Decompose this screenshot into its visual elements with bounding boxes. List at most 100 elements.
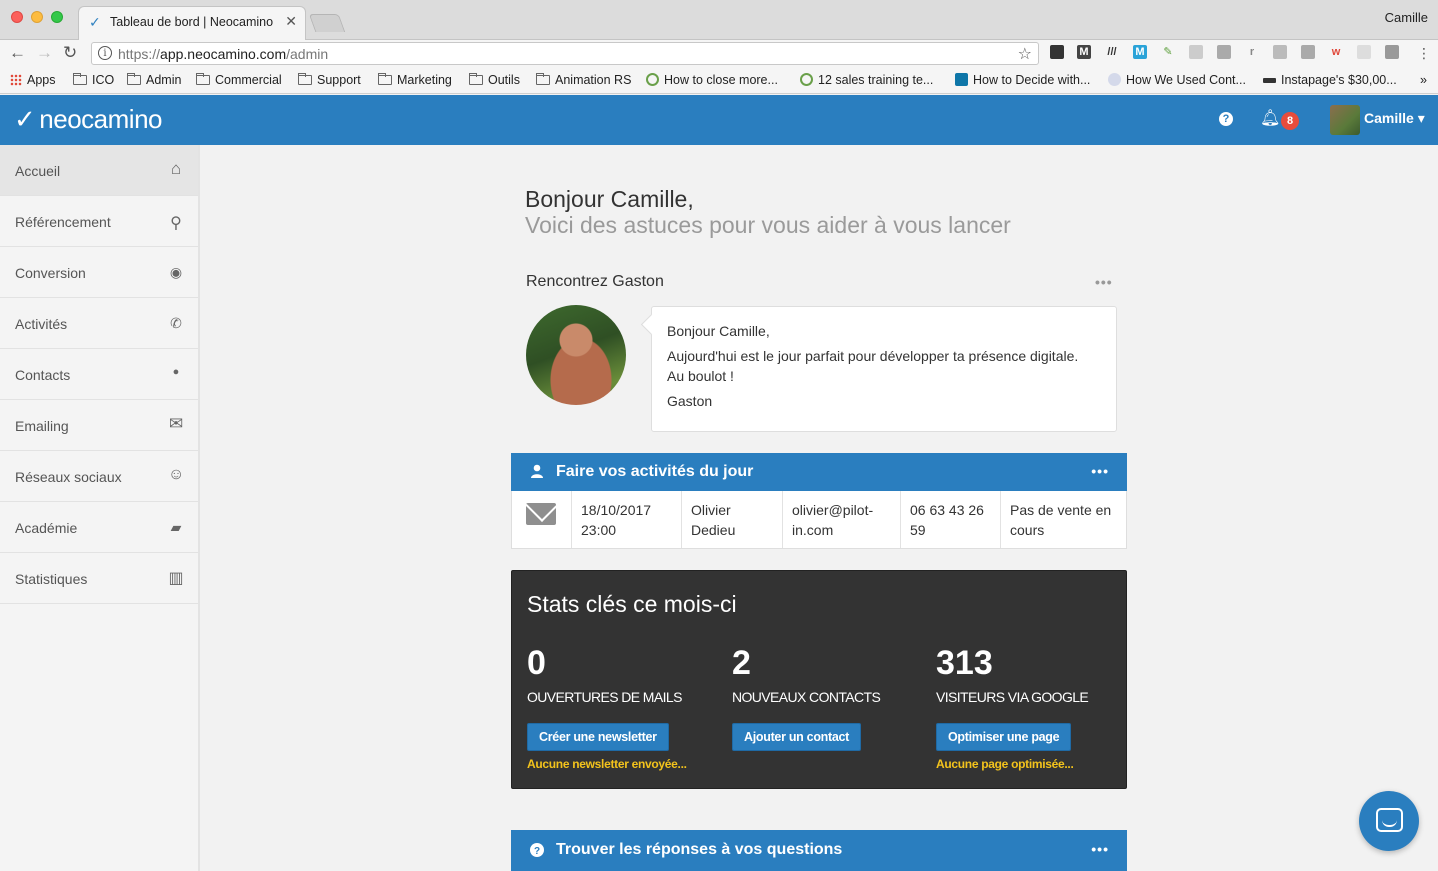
site-info-icon[interactable]: i [98, 46, 112, 60]
stats-title: Stats clés ce mois-ci [527, 591, 737, 617]
extension-gmail-icon[interactable]: M [1077, 45, 1091, 59]
address-url[interactable]: https://app.neocamino.com/admin [118, 46, 328, 62]
sidebar-item-statistiques[interactable]: Statistiques ▥ [0, 553, 198, 604]
activity-sale-status: Pas de vente en cours [1000, 491, 1127, 548]
extension-cloud-icon[interactable] [1189, 45, 1203, 59]
activity-contact-phone[interactable]: 06 63 43 26 59 [900, 491, 1000, 548]
browser-menu-icon[interactable]: ⋮ [1417, 45, 1431, 62]
faq-panel-title: Trouver les réponses à vos questions [556, 841, 843, 858]
gaston-message-line: Au boulot ! [667, 368, 734, 384]
bookmark-how-to-decide[interactable]: How to Decide with... [955, 73, 1090, 87]
site-favicon-icon [1108, 73, 1121, 86]
optimize-page-button[interactable]: Optimiser une page [936, 723, 1072, 751]
neocamino-logo[interactable]: ✓ neocamino [14, 104, 162, 135]
back-arrow-icon[interactable]: ← [9, 43, 26, 63]
extension-pen-icon[interactable]: ✎ [1161, 45, 1175, 59]
close-window-button[interactable] [11, 11, 23, 23]
create-newsletter-button[interactable]: Créer une newsletter [527, 723, 669, 751]
reload-icon[interactable]: ↻ [63, 43, 77, 63]
sidebar-item-conversion[interactable]: Conversion ◉ [0, 247, 198, 298]
bookmark-folder-animation-rs[interactable]: Animation RS [536, 73, 631, 87]
new-tab-button[interactable] [308, 14, 346, 32]
monthly-stats-panel: Stats clés ce mois-ci 0 OUVERTURES DE MA… [511, 570, 1127, 789]
maximize-window-button[interactable] [51, 11, 63, 23]
bookmarks-bar: Apps ICO Admin Commercial Support Market… [0, 68, 1438, 94]
bookmark-sales-training[interactable]: 12 sales training te... [800, 73, 933, 87]
extension-box-icon[interactable] [1301, 45, 1315, 59]
sidebar-item-accueil[interactable]: Accueil ⌂ [0, 145, 198, 196]
bookmarks-overflow-button[interactable]: » [1420, 73, 1427, 87]
bookmark-folder-commercial[interactable]: Commercial [196, 73, 282, 87]
book-icon: ▰ [170, 519, 182, 535]
address-bar[interactable]: i https://app.neocamino.com/admin ☆ [91, 42, 1039, 65]
folder-icon [196, 73, 210, 85]
bookmark-instapage[interactable]: Instapage's $30,00... [1263, 73, 1397, 87]
user-menu[interactable]: Camille ▾ [1364, 110, 1425, 127]
notification-bell-icon[interactable]: 🔔︎ [1260, 108, 1280, 128]
browser-profile-name[interactable]: Camille [1385, 10, 1428, 25]
sidebar-item-reseaux-sociaux[interactable]: Réseaux sociaux ☺ [0, 451, 198, 502]
bookmark-folder-marketing[interactable]: Marketing [378, 73, 452, 87]
user-avatar[interactable] [1330, 105, 1360, 135]
help-icon[interactable]: ? [1219, 112, 1233, 126]
sidebar-item-emailing[interactable]: Emailing ✉ [0, 400, 198, 451]
extension-w-icon[interactable]: w [1329, 45, 1343, 59]
faq-panel-menu-button[interactable]: ••• [1091, 841, 1109, 857]
add-contact-button[interactable]: Ajouter un contact [732, 723, 862, 751]
extension-slash-icon[interactable]: /// [1105, 45, 1119, 59]
bookmark-folder-ico[interactable]: ICO [73, 73, 114, 87]
minimize-window-button[interactable] [31, 11, 43, 23]
bookmark-how-we-used[interactable]: How We Used Cont... [1108, 73, 1246, 87]
extension-square-icon[interactable] [1385, 45, 1399, 59]
activities-panel-menu-button[interactable]: ••• [1091, 463, 1109, 479]
site-favicon-icon [646, 73, 659, 86]
sidebar-item-label: Activités [15, 316, 68, 332]
extension-r-icon[interactable]: r [1245, 45, 1259, 59]
gaston-message-line: Aujourd'hui est le jour parfait pour dév… [667, 348, 1079, 364]
meet-gaston-menu-button[interactable]: ••• [1095, 274, 1113, 290]
home-icon: ⌂ [170, 159, 182, 178]
tab-close-icon[interactable]: ✕ [285, 13, 297, 30]
folder-icon [298, 73, 312, 85]
folder-icon [469, 73, 483, 85]
stat-label-mail-opens: OUVERTURES DE MAILS [527, 689, 682, 705]
sidebar-item-activites[interactable]: Activités ✆ [0, 298, 198, 349]
site-favicon-icon [800, 73, 813, 86]
bookmark-apps[interactable]: Apps [10, 73, 56, 87]
extension-drive-icon[interactable] [1273, 45, 1287, 59]
activity-row[interactable]: 18/10/2017 23:00 Olivier Dedieu olivier@… [511, 491, 1127, 549]
sidebar-item-academie[interactable]: Académie ▰ [0, 502, 198, 553]
question-icon: ? [530, 843, 544, 857]
bookmark-star-icon[interactable]: ☆ [1018, 44, 1032, 64]
browser-tab[interactable]: ✓ Tableau de bord | Neocamino ✕ [78, 6, 306, 40]
sidebar-item-label: Accueil [15, 163, 61, 179]
bookmark-folder-support[interactable]: Support [298, 73, 361, 87]
extension-puzzle-icon[interactable] [1217, 45, 1231, 59]
bookmark-folder-outils[interactable]: Outils [469, 73, 520, 87]
chat-launcher-button[interactable] [1359, 791, 1419, 851]
extension-shield-icon[interactable] [1050, 45, 1064, 59]
chat-bubble-icon [1376, 808, 1403, 832]
stat-label-google-visitors: VISITEURS VIA GOOGLE [936, 689, 1089, 705]
gaston-message-line: Bonjour Camille, [667, 323, 770, 339]
activity-datetime: 18/10/2017 23:00 [571, 491, 681, 548]
extension-m-icon[interactable]: M [1133, 45, 1147, 59]
activity-contact-name[interactable]: Olivier Dedieu [681, 491, 782, 548]
phone-icon: ✆ [170, 315, 182, 331]
notification-badge[interactable]: 8 [1281, 112, 1299, 130]
app-header: ✓ neocamino ? 🔔︎ 8 Camille ▾ [0, 95, 1438, 145]
folder-icon [73, 73, 87, 85]
sidebar-item-contacts[interactable]: Contacts ● [0, 349, 198, 400]
apps-grid-icon [10, 74, 22, 86]
envelope-icon [526, 503, 556, 525]
bookmark-folder-admin[interactable]: Admin [127, 73, 181, 87]
activity-contact-email[interactable]: olivier@pilot-in.com [782, 491, 900, 548]
bookmark-close-more[interactable]: How to close more... [646, 73, 778, 87]
faq-panel-header[interactable]: ? Trouver les réponses à vos questions •… [511, 830, 1127, 871]
sidebar-item-referencement[interactable]: Référencement ⚲ [0, 196, 198, 247]
forward-arrow-icon[interactable]: → [36, 43, 53, 63]
extension-grey-icon[interactable] [1357, 45, 1371, 59]
sidebar: Accueil ⌂ Référencement ⚲ Conversion ◉ A… [0, 145, 200, 871]
stat-value-new-contacts: 2 [732, 644, 751, 682]
gaston-message-bubble: Bonjour Camille, Aujourd'hui est le jour… [651, 306, 1117, 432]
